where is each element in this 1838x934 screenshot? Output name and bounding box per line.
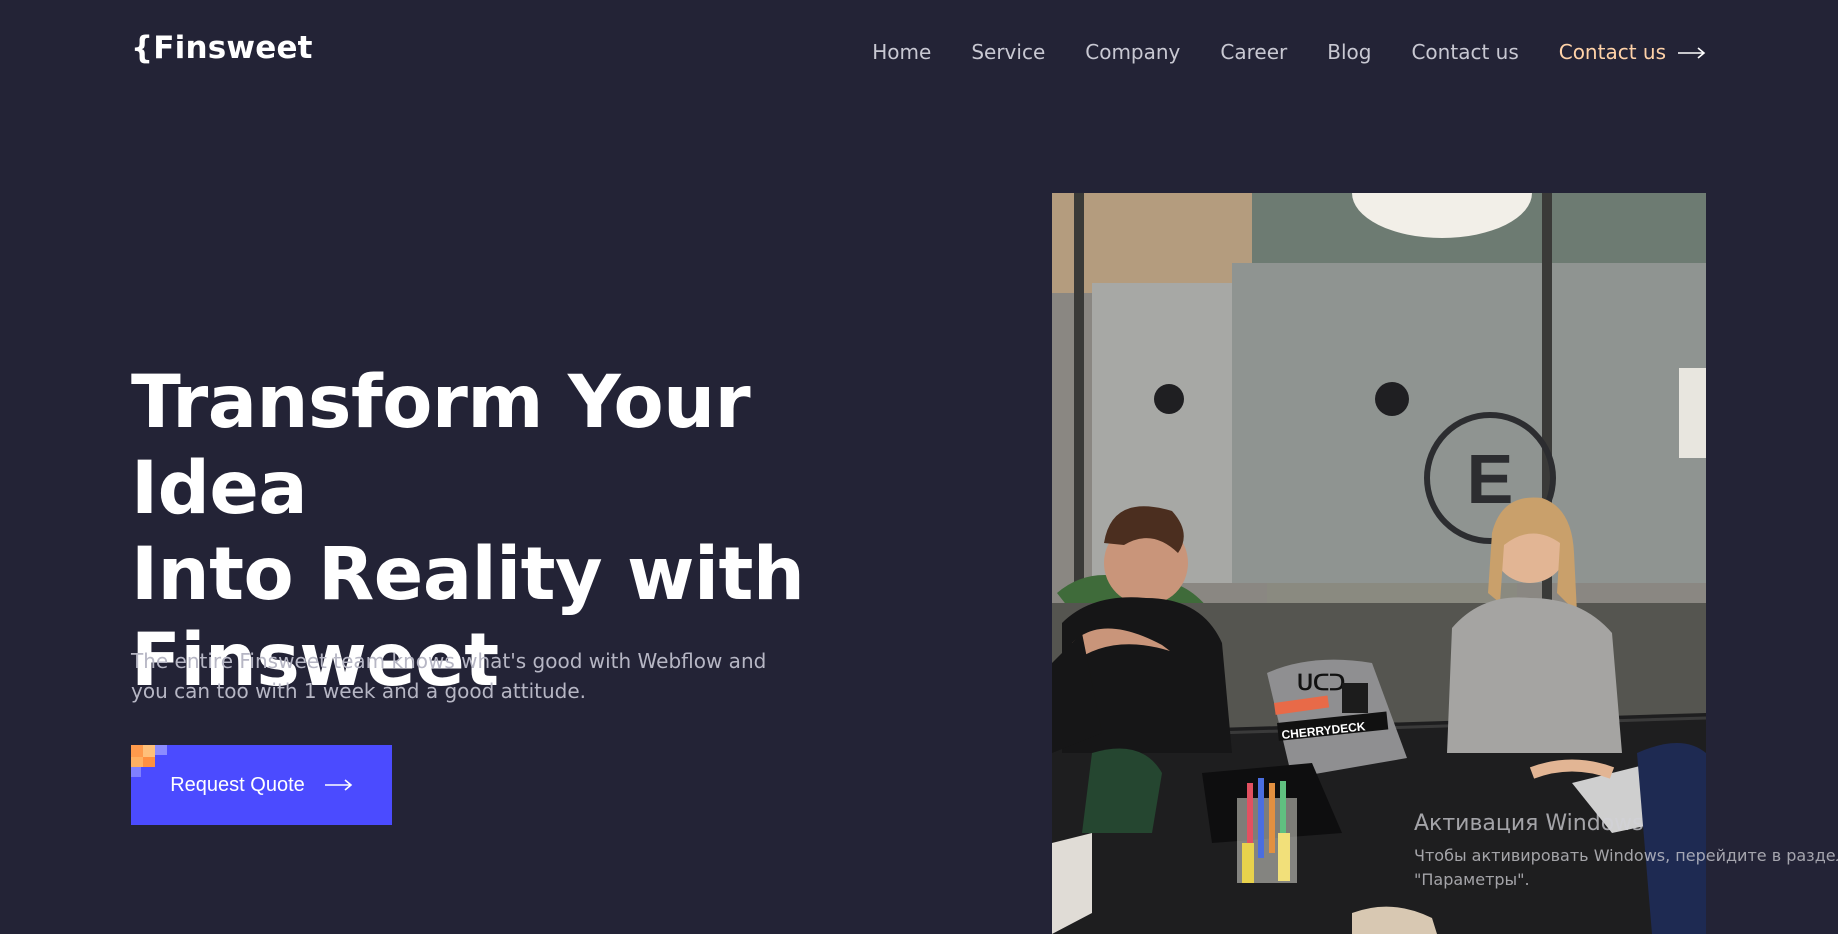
watermark-line-2: "Параметры".: [1414, 870, 1530, 889]
contact-us-button[interactable]: Contact us: [1559, 40, 1706, 64]
nav-contact[interactable]: Contact us: [1411, 40, 1518, 64]
watermark-line-1: Чтобы активировать Windows, перейдите в …: [1414, 846, 1838, 865]
brand-logo[interactable]: {Finsweet: [131, 30, 313, 66]
arrow-right-icon: [324, 774, 353, 797]
contact-us-label: Contact us: [1558, 40, 1666, 64]
nav-career[interactable]: Career: [1220, 40, 1287, 64]
request-quote-label: Request Quote: [170, 773, 305, 796]
svg-text:E: E: [1467, 440, 1514, 518]
svg-text:ᑌᑕᑐ: ᑌᑕᑐ: [1297, 670, 1345, 695]
main-nav: Home Service Company Career Blog Contact…: [832, 40, 1706, 64]
nav-company[interactable]: Company: [1085, 40, 1180, 64]
subtext-line-1: The entire Finsweet team knows what's go…: [131, 649, 767, 673]
headline-line-2: Into Reality with: [131, 532, 805, 617]
nav-blog[interactable]: Blog: [1327, 40, 1371, 64]
nav-home[interactable]: Home: [872, 40, 931, 64]
subtext-line-2: you can too with 1 week and a good attit…: [131, 679, 587, 703]
pixel-decoration: [131, 745, 167, 777]
arrow-right-icon: [1678, 40, 1706, 64]
hero-subtext: The entire Finsweet team knows what's go…: [131, 646, 791, 706]
headline-line-1: Transform Your Idea: [131, 360, 751, 531]
nav-service[interactable]: Service: [971, 40, 1045, 64]
windows-activation-watermark: Активация Windows Чтобы активировать Win…: [1414, 811, 1838, 892]
request-quote-button[interactable]: Request Quote: [131, 745, 392, 825]
watermark-title: Активация Windows: [1414, 811, 1644, 836]
